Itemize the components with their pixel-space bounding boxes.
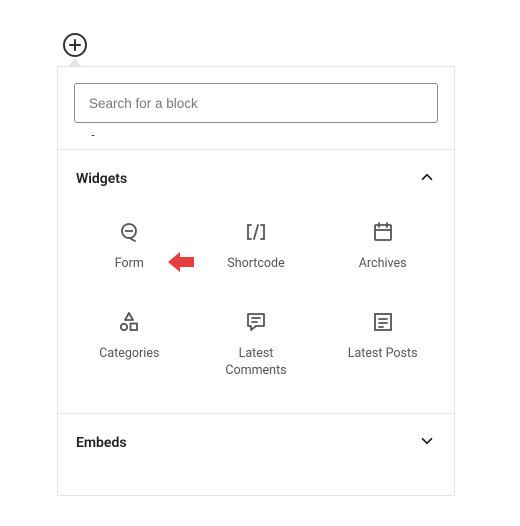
- popover-pointer: [69, 58, 81, 66]
- add-block-button[interactable]: [63, 33, 87, 57]
- block-label: LatestComments: [225, 346, 286, 379]
- block-shortcode[interactable]: Shortcode: [193, 212, 320, 278]
- form-icon: [115, 218, 143, 246]
- shortcode-icon: [242, 218, 270, 246]
- widgets-grid: Form Shortcode Archives Categories: [58, 208, 454, 413]
- section-widgets-header[interactable]: Widgets: [58, 150, 454, 208]
- chevron-down-icon: [418, 432, 436, 454]
- search-input[interactable]: [74, 83, 438, 123]
- chevron-up-icon: [418, 168, 436, 190]
- block-label: Categories: [99, 346, 159, 362]
- section-label: Layout Elements: [76, 135, 180, 137]
- block-label: Shortcode: [227, 256, 284, 272]
- block-label: Form: [115, 256, 144, 272]
- block-label: Latest Posts: [348, 346, 418, 362]
- section-layout-elements[interactable]: Layout Elements: [58, 135, 454, 150]
- section-label: Embeds: [76, 435, 127, 451]
- block-latest-comments[interactable]: LatestComments: [193, 302, 320, 385]
- archives-icon: [369, 218, 397, 246]
- comments-icon: [242, 308, 270, 336]
- block-label: Archives: [359, 256, 407, 272]
- categories-icon: [115, 308, 143, 336]
- search-wrap: [58, 67, 454, 135]
- section-embeds-header[interactable]: Embeds: [58, 413, 454, 472]
- annotation-arrow: [168, 252, 194, 272]
- block-inserter-panel: Layout Elements Widgets Form Shortcode: [57, 66, 455, 496]
- section-label: Widgets: [76, 171, 127, 187]
- block-latest-posts[interactable]: Latest Posts: [319, 302, 446, 385]
- block-categories[interactable]: Categories: [66, 302, 193, 385]
- block-list-scroll[interactable]: Layout Elements Widgets Form Shortcode: [58, 135, 454, 495]
- spacer: [58, 472, 454, 495]
- block-archives[interactable]: Archives: [319, 212, 446, 278]
- posts-icon: [369, 308, 397, 336]
